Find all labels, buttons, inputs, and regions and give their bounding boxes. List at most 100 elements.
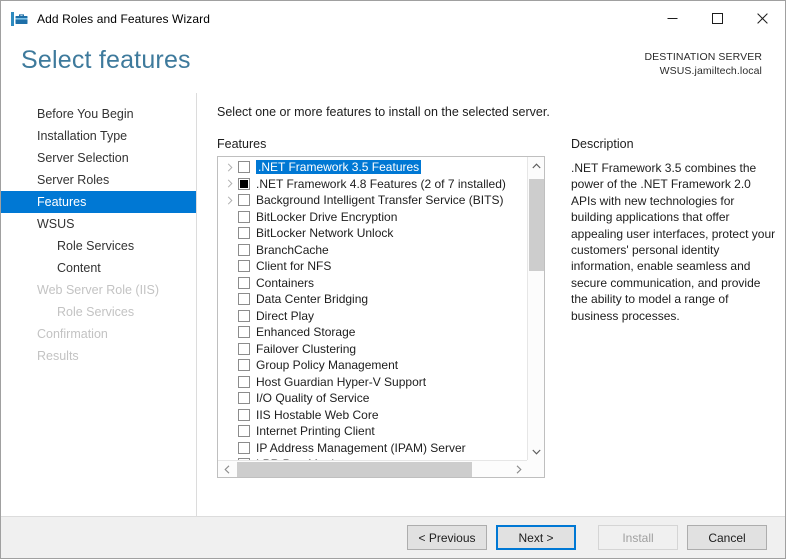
feature-label: BitLocker Drive Encryption [256, 209, 398, 224]
feature-row[interactable]: IIS Hostable Web Core [218, 407, 527, 424]
feature-checkbox[interactable] [238, 260, 250, 273]
sidebar-item-role-services: Role Services [57, 305, 135, 319]
feature-checkbox[interactable] [238, 375, 250, 388]
features-vertical-scrollbar[interactable] [527, 157, 544, 460]
feature-label: .NET Framework 3.5 Features [256, 160, 422, 175]
sidebar-item-content[interactable]: Content [1, 257, 196, 279]
wizard-footer: < Previous Next > Install Cancel [1, 516, 785, 558]
instruction-text: Select one or more features to install o… [217, 105, 550, 119]
content-panes: Features .NET Framework 3.5 Features .NET… [217, 137, 785, 478]
features-listbox[interactable]: .NET Framework 3.5 Features .NET Framewor… [217, 156, 545, 478]
feature-row[interactable]: BitLocker Drive Encryption [218, 209, 527, 226]
feature-row[interactable]: Direct Play [218, 308, 527, 325]
feature-checkbox[interactable] [238, 293, 250, 306]
next-button[interactable]: Next > [496, 525, 576, 550]
sidebar-item-server-selection[interactable]: Server Selection [1, 147, 196, 169]
feature-label: IIS Hostable Web Core [256, 407, 379, 422]
page-header: Select features DESTINATION SERVER WSUS.… [1, 36, 785, 93]
feature-checkbox[interactable] [238, 392, 250, 405]
feature-label: IP Address Management (IPAM) Server [256, 440, 466, 455]
feature-row[interactable]: .NET Framework 4.8 Features (2 of 7 inst… [218, 176, 527, 193]
roles-features-wizard-icon [11, 11, 28, 27]
feature-row[interactable]: BranchCache [218, 242, 527, 259]
feature-row[interactable]: Client for NFS [218, 258, 527, 275]
feature-checkbox[interactable] [238, 342, 250, 355]
scrollbar-corner [527, 460, 544, 477]
sidebar-item-before-you-begin[interactable]: Before You Begin [1, 103, 196, 125]
description-label: Description [571, 137, 634, 151]
add-roles-features-wizard-window: Add Roles and Features Wizard Select fea… [0, 0, 786, 559]
feature-row[interactable]: Enhanced Storage [218, 324, 527, 341]
feature-row[interactable]: BitLocker Network Unlock [218, 225, 527, 242]
cancel-button[interactable]: Cancel [687, 525, 767, 550]
sidebar-item-installation-type[interactable]: Installation Type [1, 125, 196, 147]
sidebar-item-features[interactable]: Features [1, 191, 196, 213]
wizard-content: Select one or more features to install o… [197, 93, 785, 516]
feature-label: Failover Clustering [256, 341, 357, 356]
feature-row[interactable]: Background Intelligent Transfer Service … [218, 192, 527, 209]
maximize-button[interactable] [695, 1, 740, 36]
scroll-up-icon[interactable] [528, 157, 544, 174]
feature-checkbox[interactable] [238, 227, 250, 240]
destination-server-block: DESTINATION SERVER WSUS.jamiltech.local [644, 50, 762, 78]
features-horizontal-scrollbar[interactable] [218, 460, 527, 477]
expand-chevron-icon[interactable] [223, 179, 236, 188]
feature-checkbox[interactable] [238, 210, 250, 223]
feature-checkbox[interactable] [238, 194, 250, 207]
feature-checkbox[interactable] [238, 243, 250, 256]
feature-label: .NET Framework 4.8 Features (2 of 7 inst… [256, 176, 506, 191]
feature-label: Client for NFS [256, 259, 332, 274]
previous-button[interactable]: < Previous [407, 525, 487, 550]
expand-chevron-icon[interactable] [223, 196, 236, 205]
features-label: Features [217, 137, 267, 151]
scroll-down-icon[interactable] [528, 443, 544, 460]
feature-row[interactable]: Containers [218, 275, 527, 292]
feature-checkbox[interactable] [238, 177, 250, 190]
feature-label: Enhanced Storage [256, 325, 356, 340]
feature-checkbox[interactable] [238, 359, 250, 372]
minimize-button[interactable] [650, 1, 695, 36]
feature-checkbox[interactable] [238, 408, 250, 421]
expand-chevron-icon[interactable] [223, 163, 236, 172]
feature-row[interactable]: Data Center Bridging [218, 291, 527, 308]
sidebar-item-role-services[interactable]: Role Services [1, 235, 196, 257]
feature-checkbox[interactable] [238, 425, 250, 438]
description-column: Description .NET Framework 3.5 combines … [571, 137, 776, 324]
sidebar-item-confirmation: Confirmation [37, 327, 108, 341]
feature-checkbox[interactable] [238, 276, 250, 289]
feature-row[interactable]: Internet Printing Client [218, 423, 527, 440]
vertical-scroll-thumb[interactable] [529, 179, 544, 271]
feature-row[interactable]: IP Address Management (IPAM) Server [218, 440, 527, 457]
sidebar-item-server-roles[interactable]: Server Roles [1, 169, 196, 191]
feature-label: Containers [256, 275, 315, 290]
horizontal-scroll-thumb[interactable] [237, 462, 472, 477]
feature-row[interactable]: I/O Quality of Service [218, 390, 527, 407]
feature-label: BitLocker Network Unlock [256, 226, 394, 241]
close-button[interactable] [740, 1, 785, 36]
feature-row[interactable]: .NET Framework 3.5 Features [218, 159, 527, 176]
wizard-step-nav: Before You Begin Installation Type Server … [1, 93, 197, 516]
feature-row[interactable]: Host Guardian Hyper-V Support [218, 374, 527, 391]
feature-label: BranchCache [256, 242, 329, 257]
scroll-right-icon[interactable] [510, 461, 527, 477]
wizard-body: Before You Begin Installation Type Server … [1, 93, 785, 516]
feature-row[interactable]: Failover Clustering [218, 341, 527, 358]
feature-checkbox[interactable] [238, 441, 250, 454]
description-text: .NET Framework 3.5 combines the power of… [571, 161, 776, 323]
sidebar-item-web-server-role-iis: Web Server Role (IIS) [37, 283, 160, 297]
feature-checkbox[interactable] [238, 161, 250, 174]
destination-server-label: DESTINATION SERVER [644, 51, 762, 63]
feature-row[interactable]: Group Policy Management [218, 357, 527, 374]
destination-server-name: WSUS.jamiltech.local [659, 65, 762, 77]
feature-label: Group Policy Management [256, 358, 399, 373]
feature-checkbox[interactable] [238, 309, 250, 322]
features-column: Features .NET Framework 3.5 Features .NET… [217, 137, 547, 478]
title-bar: Add Roles and Features Wizard [1, 1, 785, 36]
feature-label: Host Guardian Hyper-V Support [256, 374, 427, 389]
feature-label: Background Intelligent Transfer Service … [256, 193, 504, 208]
window-controls [650, 1, 785, 36]
install-button: Install [598, 525, 678, 550]
feature-checkbox[interactable] [238, 326, 250, 339]
sidebar-item-wsus[interactable]: WSUS [1, 213, 196, 235]
scroll-left-icon[interactable] [218, 461, 235, 477]
